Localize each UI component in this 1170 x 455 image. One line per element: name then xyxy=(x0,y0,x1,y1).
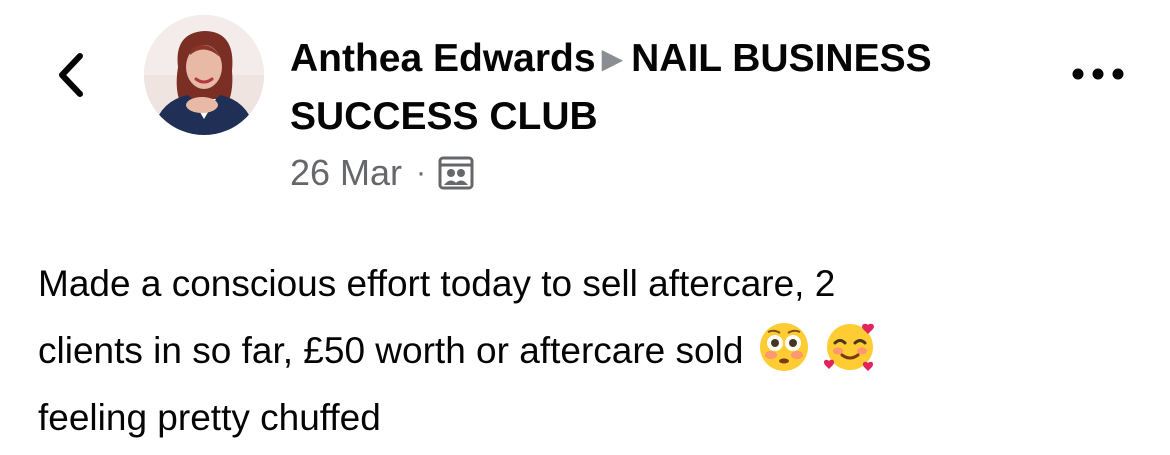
post-text-line: Made a conscious effort today to sell af… xyxy=(38,263,836,304)
post-title: Anthea Edwards ▶ NAIL BUSINESS SUCCESS CLU… xyxy=(290,30,990,146)
post-header: Anthea Edwards ▶ NAIL BUSINESS SUCCESS CLU… xyxy=(290,30,990,146)
more-horizontal-icon xyxy=(1072,68,1124,80)
post-text-line: clients in so far, £50 worth or aftercar… xyxy=(38,317,1138,384)
meta-separator: · xyxy=(416,156,427,189)
post-body: Made a conscious effort today to sell af… xyxy=(38,250,1138,451)
post-meta: 26 Mar · xyxy=(290,152,474,194)
flushed-face-emoji xyxy=(759,323,808,371)
group-audience-icon xyxy=(438,156,474,190)
post-date[interactable]: 26 Mar xyxy=(290,152,402,194)
avatar[interactable] xyxy=(144,15,264,135)
post-text-line: feeling pretty chuffed xyxy=(38,397,381,438)
post-text: clients in so far, £50 worth or aftercar… xyxy=(38,330,744,371)
triangle-right-icon: ▶ xyxy=(601,43,624,74)
back-button[interactable] xyxy=(52,50,92,100)
chevron-left-icon xyxy=(59,53,83,97)
smiling-face-with-hearts-emoji xyxy=(823,323,874,371)
more-options-button[interactable] xyxy=(1070,62,1126,86)
author-name[interactable]: Anthea Edwards xyxy=(290,37,596,80)
author-profile-photo xyxy=(144,15,264,135)
